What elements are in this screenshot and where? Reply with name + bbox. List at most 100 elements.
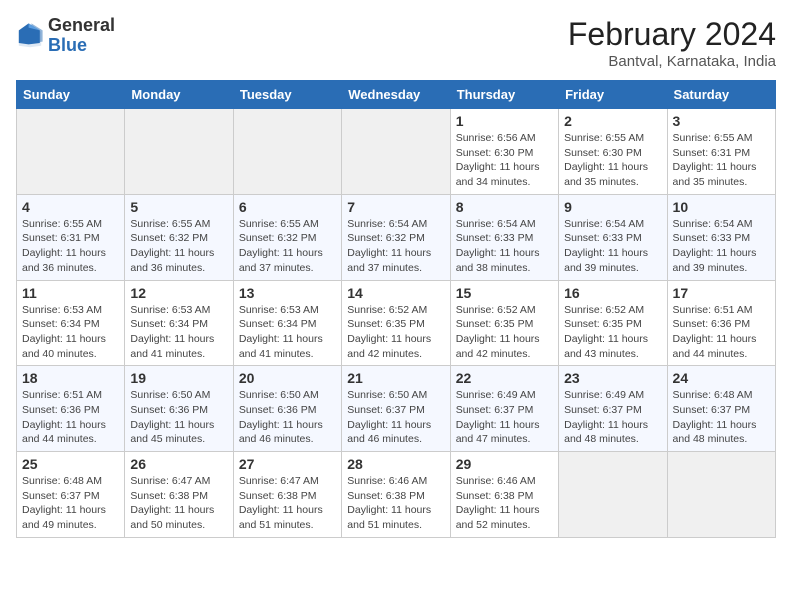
day-number: 13: [239, 285, 336, 301]
month-year: February 2024: [568, 16, 776, 53]
weekday-header-saturday: Saturday: [667, 81, 775, 109]
day-number: 11: [22, 285, 119, 301]
calendar-cell: 13 Sunrise: 6:53 AMSunset: 6:34 PMDayligh…: [233, 280, 341, 366]
day-info: Sunrise: 6:53 AMSunset: 6:34 PMDaylight:…: [239, 303, 336, 362]
calendar-cell: 15 Sunrise: 6:52 AMSunset: 6:35 PMDayligh…: [450, 280, 558, 366]
day-number: 6: [239, 199, 336, 215]
day-number: 15: [456, 285, 553, 301]
day-info: Sunrise: 6:54 AMSunset: 6:33 PMDaylight:…: [564, 217, 661, 276]
day-info: Sunrise: 6:49 AMSunset: 6:37 PMDaylight:…: [564, 388, 661, 447]
weekday-header-wednesday: Wednesday: [342, 81, 450, 109]
calendar-cell: 12 Sunrise: 6:53 AMSunset: 6:34 PMDayligh…: [125, 280, 233, 366]
calendar-cell: 14Sunrise: 6:52 AMSunset: 6:35 PMDayligh…: [342, 280, 450, 366]
calendar-cell: 22 Sunrise: 6:49 AMSunset: 6:37 PMDayligh…: [450, 366, 558, 452]
calendar-week-1: 1 Sunrise: 6:56 AMSunset: 6:30 PMDaylight…: [17, 109, 776, 195]
location: Bantval, Karnataka, India: [568, 53, 776, 70]
day-number: 24: [673, 370, 770, 386]
day-info: Sunrise: 6:51 AMSunset: 6:36 PMDaylight:…: [22, 388, 119, 447]
calendar-cell: 5Sunrise: 6:55 AMSunset: 6:32 PMDaylight…: [125, 194, 233, 280]
day-number: 4: [22, 199, 119, 215]
day-number: 3: [673, 113, 770, 129]
day-info: Sunrise: 6:56 AMSunset: 6:30 PMDaylight:…: [456, 131, 553, 190]
calendar-week-5: 25Sunrise: 6:48 AMSunset: 6:37 PMDayligh…: [17, 452, 776, 538]
calendar-cell: 24 Sunrise: 6:48 AMSunset: 6:37 PMDayligh…: [667, 366, 775, 452]
calendar-cell: 17 Sunrise: 6:51 AMSunset: 6:36 PMDayligh…: [667, 280, 775, 366]
calendar-cell: 23 Sunrise: 6:49 AMSunset: 6:37 PMDayligh…: [559, 366, 667, 452]
calendar-cell: 28 Sunrise: 6:46 AMSunset: 6:38 PMDayligh…: [342, 452, 450, 538]
calendar-cell: 8 Sunrise: 6:54 AMSunset: 6:33 PMDaylight…: [450, 194, 558, 280]
calendar-cell: 10Sunrise: 6:54 AMSunset: 6:33 PMDayligh…: [667, 194, 775, 280]
calendar-week-3: 11 Sunrise: 6:53 AMSunset: 6:34 PMDayligh…: [17, 280, 776, 366]
weekday-header-thursday: Thursday: [450, 81, 558, 109]
calendar-cell: 16Sunrise: 6:52 AMSunset: 6:35 PMDayligh…: [559, 280, 667, 366]
day-number: 27: [239, 456, 336, 472]
day-info: Sunrise: 6:53 AMSunset: 6:34 PMDaylight:…: [22, 303, 119, 362]
calendar-cell: 1 Sunrise: 6:56 AMSunset: 6:30 PMDaylight…: [450, 109, 558, 195]
weekday-header-sunday: Sunday: [17, 81, 125, 109]
day-info: Sunrise: 6:51 AMSunset: 6:36 PMDaylight:…: [673, 303, 770, 362]
logo-text: General Blue: [48, 16, 115, 56]
day-info: Sunrise: 6:53 AMSunset: 6:34 PMDaylight:…: [130, 303, 227, 362]
page-header: General Blue February 2024 Bantval, Karn…: [16, 16, 776, 70]
day-info: Sunrise: 6:46 AMSunset: 6:38 PMDaylight:…: [347, 474, 444, 533]
calendar-cell: 9 Sunrise: 6:54 AMSunset: 6:33 PMDaylight…: [559, 194, 667, 280]
day-number: 20: [239, 370, 336, 386]
day-info: Sunrise: 6:47 AMSunset: 6:38 PMDaylight:…: [239, 474, 336, 533]
day-number: 8: [456, 199, 553, 215]
day-info: Sunrise: 6:52 AMSunset: 6:35 PMDaylight:…: [456, 303, 553, 362]
day-number: 21: [347, 370, 444, 386]
calendar-cell: 6 Sunrise: 6:55 AMSunset: 6:32 PMDaylight…: [233, 194, 341, 280]
day-info: Sunrise: 6:55 AMSunset: 6:30 PMDaylight:…: [564, 131, 661, 190]
weekday-header-friday: Friday: [559, 81, 667, 109]
day-number: 9: [564, 199, 661, 215]
weekday-header-monday: Monday: [125, 81, 233, 109]
day-info: Sunrise: 6:50 AMSunset: 6:36 PMDaylight:…: [239, 388, 336, 447]
calendar-cell: 2 Sunrise: 6:55 AMSunset: 6:30 PMDaylight…: [559, 109, 667, 195]
day-number: 22: [456, 370, 553, 386]
day-number: 19: [130, 370, 227, 386]
day-info: Sunrise: 6:55 AMSunset: 6:32 PMDaylight:…: [239, 217, 336, 276]
day-info: Sunrise: 6:54 AMSunset: 6:33 PMDaylight:…: [456, 217, 553, 276]
day-number: 28: [347, 456, 444, 472]
calendar-cell: 20 Sunrise: 6:50 AMSunset: 6:36 PMDayligh…: [233, 366, 341, 452]
day-info: Sunrise: 6:50 AMSunset: 6:36 PMDaylight:…: [130, 388, 227, 447]
calendar-cell: 3 Sunrise: 6:55 AMSunset: 6:31 PMDaylight…: [667, 109, 775, 195]
logo: General Blue: [16, 16, 115, 56]
day-info: Sunrise: 6:50 AMSunset: 6:37 PMDaylight:…: [347, 388, 444, 447]
calendar-cell: [125, 109, 233, 195]
calendar-week-4: 18Sunrise: 6:51 AMSunset: 6:36 PMDayligh…: [17, 366, 776, 452]
day-info: Sunrise: 6:48 AMSunset: 6:37 PMDaylight:…: [673, 388, 770, 447]
calendar-cell: [559, 452, 667, 538]
day-number: 17: [673, 285, 770, 301]
day-info: Sunrise: 6:54 AMSunset: 6:32 PMDaylight:…: [347, 217, 444, 276]
calendar-cell: 21 Sunrise: 6:50 AMSunset: 6:37 PMDayligh…: [342, 366, 450, 452]
logo-icon: [16, 22, 44, 50]
day-info: Sunrise: 6:47 AMSunset: 6:38 PMDaylight:…: [130, 474, 227, 533]
weekday-header-row: SundayMondayTuesdayWednesdayThursdayFrid…: [17, 81, 776, 109]
calendar-cell: 4 Sunrise: 6:55 AMSunset: 6:31 PMDaylight…: [17, 194, 125, 280]
calendar-cell: 7 Sunrise: 6:54 AMSunset: 6:32 PMDaylight…: [342, 194, 450, 280]
day-number: 29: [456, 456, 553, 472]
weekday-header-tuesday: Tuesday: [233, 81, 341, 109]
day-info: Sunrise: 6:55 AMSunset: 6:31 PMDaylight:…: [673, 131, 770, 190]
day-number: 16: [564, 285, 661, 301]
day-number: 12: [130, 285, 227, 301]
day-number: 26: [130, 456, 227, 472]
day-info: Sunrise: 6:52 AMSunset: 6:35 PMDaylight:…: [347, 303, 444, 362]
calendar-cell: 26 Sunrise: 6:47 AMSunset: 6:38 PMDayligh…: [125, 452, 233, 538]
day-info: Sunrise: 6:49 AMSunset: 6:37 PMDaylight:…: [456, 388, 553, 447]
calendar-cell: 27 Sunrise: 6:47 AMSunset: 6:38 PMDayligh…: [233, 452, 341, 538]
day-number: 2: [564, 113, 661, 129]
day-number: 23: [564, 370, 661, 386]
calendar-cell: 19 Sunrise: 6:50 AMSunset: 6:36 PMDayligh…: [125, 366, 233, 452]
day-number: 1: [456, 113, 553, 129]
calendar-cell: [667, 452, 775, 538]
calendar-week-2: 4 Sunrise: 6:55 AMSunset: 6:31 PMDaylight…: [17, 194, 776, 280]
day-info: Sunrise: 6:55 AMSunset: 6:31 PMDaylight:…: [22, 217, 119, 276]
calendar-cell: 29Sunrise: 6:46 AMSunset: 6:38 PMDayligh…: [450, 452, 558, 538]
day-number: 7: [347, 199, 444, 215]
calendar-cell: 18Sunrise: 6:51 AMSunset: 6:36 PMDayligh…: [17, 366, 125, 452]
title-block: February 2024 Bantval, Karnataka, India: [568, 16, 776, 70]
day-info: Sunrise: 6:48 AMSunset: 6:37 PMDaylight:…: [22, 474, 119, 533]
day-info: Sunrise: 6:54 AMSunset: 6:33 PMDaylight:…: [673, 217, 770, 276]
